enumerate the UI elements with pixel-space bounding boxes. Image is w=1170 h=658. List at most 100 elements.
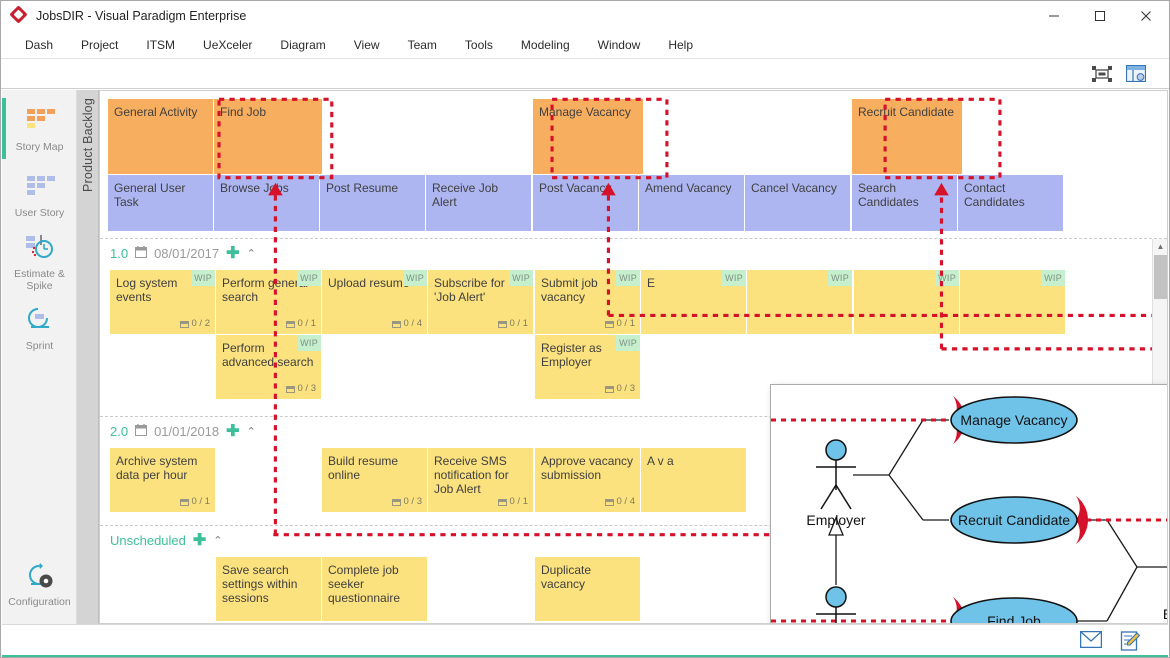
task-label: Amend Vacancy [645, 181, 732, 195]
activity-card[interactable]: Find Job [214, 99, 322, 174]
menu-item-tools[interactable]: Tools [451, 34, 507, 56]
menu-item-help[interactable]: Help [654, 34, 707, 56]
story-map-canvas: General Activity Find Job Manage Vacancy Re… [99, 90, 1168, 624]
story-card[interactable]: Upload resume WIP 0 / 4 [322, 270, 427, 334]
menu-item-view[interactable]: View [340, 34, 394, 56]
task-card[interactable]: Receive Job Alert [426, 175, 531, 231]
story-card[interactable]: E WIP [641, 270, 746, 334]
maximize-icon[interactable] [1077, 1, 1123, 31]
story-card[interactable]: Log system events WIP 0 / 2 [110, 270, 215, 334]
task-label: Browse Jobs [220, 181, 289, 195]
vp-diamond-logo-icon [9, 5, 28, 25]
task-card[interactable]: Browse Jobs [214, 175, 319, 231]
close-icon[interactable] [1123, 1, 1169, 31]
add-plus-icon[interactable]: ✚ [226, 245, 239, 261]
story-card-label: Approve vacancy submission [541, 454, 634, 482]
menu-bar: Dash Project ITSM UeXceler Diagram View … [1, 31, 1169, 59]
task-count-value: 0 / 1 [191, 496, 211, 507]
chevron-up-icon[interactable]: ⌃ [247, 247, 256, 260]
task-card[interactable]: General User Task [108, 175, 213, 231]
message-envelope-icon[interactable] [1079, 630, 1103, 651]
sidebar-item-sprint[interactable]: Sprint [2, 295, 77, 360]
add-plus-icon[interactable]: ✚ [226, 423, 239, 439]
story-card[interactable]: Subscribe for 'Job Alert' WIP 0 / 1 [428, 270, 533, 334]
story-card[interactable]: Complete job seeker questionnaire [322, 557, 427, 621]
task-card[interactable]: Post Vacancy [533, 175, 638, 231]
menu-item-itsm[interactable]: ITSM [132, 34, 189, 56]
story-card[interactable]: Duplicate vacancy [535, 557, 640, 621]
sidebar-item-estimate-spike[interactable]: Estimate & Spike [2, 223, 77, 300]
fit-to-screen-icon[interactable] [1091, 64, 1113, 84]
task-card[interactable]: Search Candidates [852, 175, 957, 231]
open-diagram-panel-icon[interactable] [1125, 64, 1147, 84]
wip-badge: WIP [935, 270, 959, 286]
menu-item-team[interactable]: Team [394, 34, 451, 56]
story-card-count: 0 / 1 [497, 495, 528, 509]
minimize-icon[interactable] [1031, 1, 1077, 31]
story-card[interactable]: A v a [641, 448, 746, 512]
story-card[interactable]: Receive SMS notification for Job Alert 0 … [428, 448, 533, 512]
wip-badge: WIP [1041, 270, 1065, 286]
story-card[interactable]: Build resume online 0 / 3 [322, 448, 427, 512]
menu-item-project[interactable]: Project [67, 34, 132, 56]
story-card-count: 0 / 2 [179, 317, 210, 331]
menu-item-modeling[interactable]: Modeling [507, 34, 584, 56]
task-count-value: 0 / 4 [403, 318, 423, 329]
story-card[interactable]: Archive system data per hour 0 / 1 [110, 448, 215, 512]
activity-card[interactable]: Manage Vacancy [533, 99, 643, 174]
task-count-icon [604, 320, 614, 328]
task-card[interactable]: Contact Candidates [958, 175, 1063, 231]
story-card[interactable]: Perform general search WIP 0 / 1 [216, 270, 321, 334]
calendar-icon [135, 424, 148, 439]
story-card[interactable]: Submit job vacancy WIP 0 / 1 [535, 270, 640, 334]
sidebar-item-configuration[interactable]: Configuration [2, 551, 77, 616]
scroll-up-icon[interactable]: ▲ [1153, 239, 1167, 254]
task-card[interactable]: Post Resume [320, 175, 425, 231]
activity-label: Recruit Candidate [858, 105, 955, 119]
left-rail: Story Map User Story Estimate & Spike Sp… [2, 90, 77, 624]
add-plus-icon[interactable]: ✚ [193, 532, 206, 548]
task-count-icon [179, 498, 189, 506]
main-content: Story Map User Story Estimate & Spike Sp… [2, 90, 1168, 624]
product-backlog-tab[interactable]: Product Backlog [77, 90, 99, 624]
story-card-count: 0 / 1 [179, 495, 211, 509]
story-card[interactable]: WIP [854, 270, 959, 334]
chevron-up-icon[interactable]: ⌃ [247, 425, 256, 438]
story-card-count: 0 / 1 [285, 317, 316, 331]
story-card[interactable]: WIP [960, 270, 1065, 334]
sidebar-item-story-map[interactable]: Story Map [2, 96, 77, 161]
release-date: 08/01/2017 [154, 246, 220, 261]
activity-card[interactable]: Recruit Candidate [852, 99, 962, 174]
sidebar-item-label: Sprint [25, 340, 54, 352]
scrollbar-thumb[interactable] [1154, 255, 1167, 299]
user-story-icon [21, 172, 59, 202]
task-count-icon [285, 385, 295, 393]
menu-item-diagram[interactable]: Diagram [266, 34, 339, 56]
task-card[interactable]: Amend Vacancy [639, 175, 744, 231]
task-label: Receive Job Alert [432, 181, 499, 209]
usecase-diagram-popup[interactable]: Manage Vacancy Recruit Candidate Find Jo… [770, 384, 1167, 623]
story-card[interactable]: Approve vacancy submission 0 / 4 [535, 448, 640, 512]
notes-edit-icon[interactable] [1120, 630, 1142, 651]
sidebar-item-label: Story Map [15, 141, 64, 153]
task-card[interactable]: Cancel Vacancy [745, 175, 850, 231]
activity-label: Manage Vacancy [539, 105, 631, 119]
sidebar-item-user-story[interactable]: User Story [2, 162, 77, 227]
task-count-icon [285, 320, 295, 328]
task-count-icon [391, 320, 401, 328]
task-count-value: 0 / 1 [509, 318, 529, 329]
wip-badge: WIP [509, 270, 533, 286]
menu-item-dash[interactable]: Dash [11, 34, 67, 56]
task-count-icon [497, 320, 507, 328]
menu-item-uexceler[interactable]: UeXceler [189, 34, 266, 56]
story-card[interactable]: WIP [747, 270, 852, 334]
configuration-gear-icon [21, 561, 59, 591]
story-card[interactable]: Register as Employer WIP 0 / 3 [535, 335, 640, 399]
wip-badge: WIP [828, 270, 852, 286]
story-card[interactable]: Save search settings within sessions [216, 557, 321, 621]
story-card[interactable]: Perform advanced search WIP 0 / 3 [216, 335, 321, 399]
activity-card[interactable]: General Activity [108, 99, 213, 174]
chevron-up-icon[interactable]: ⌃ [213, 534, 222, 547]
menu-item-window[interactable]: Window [584, 34, 655, 56]
release-header: 1.0 08/01/2017 ✚ ⌃ [110, 245, 256, 261]
